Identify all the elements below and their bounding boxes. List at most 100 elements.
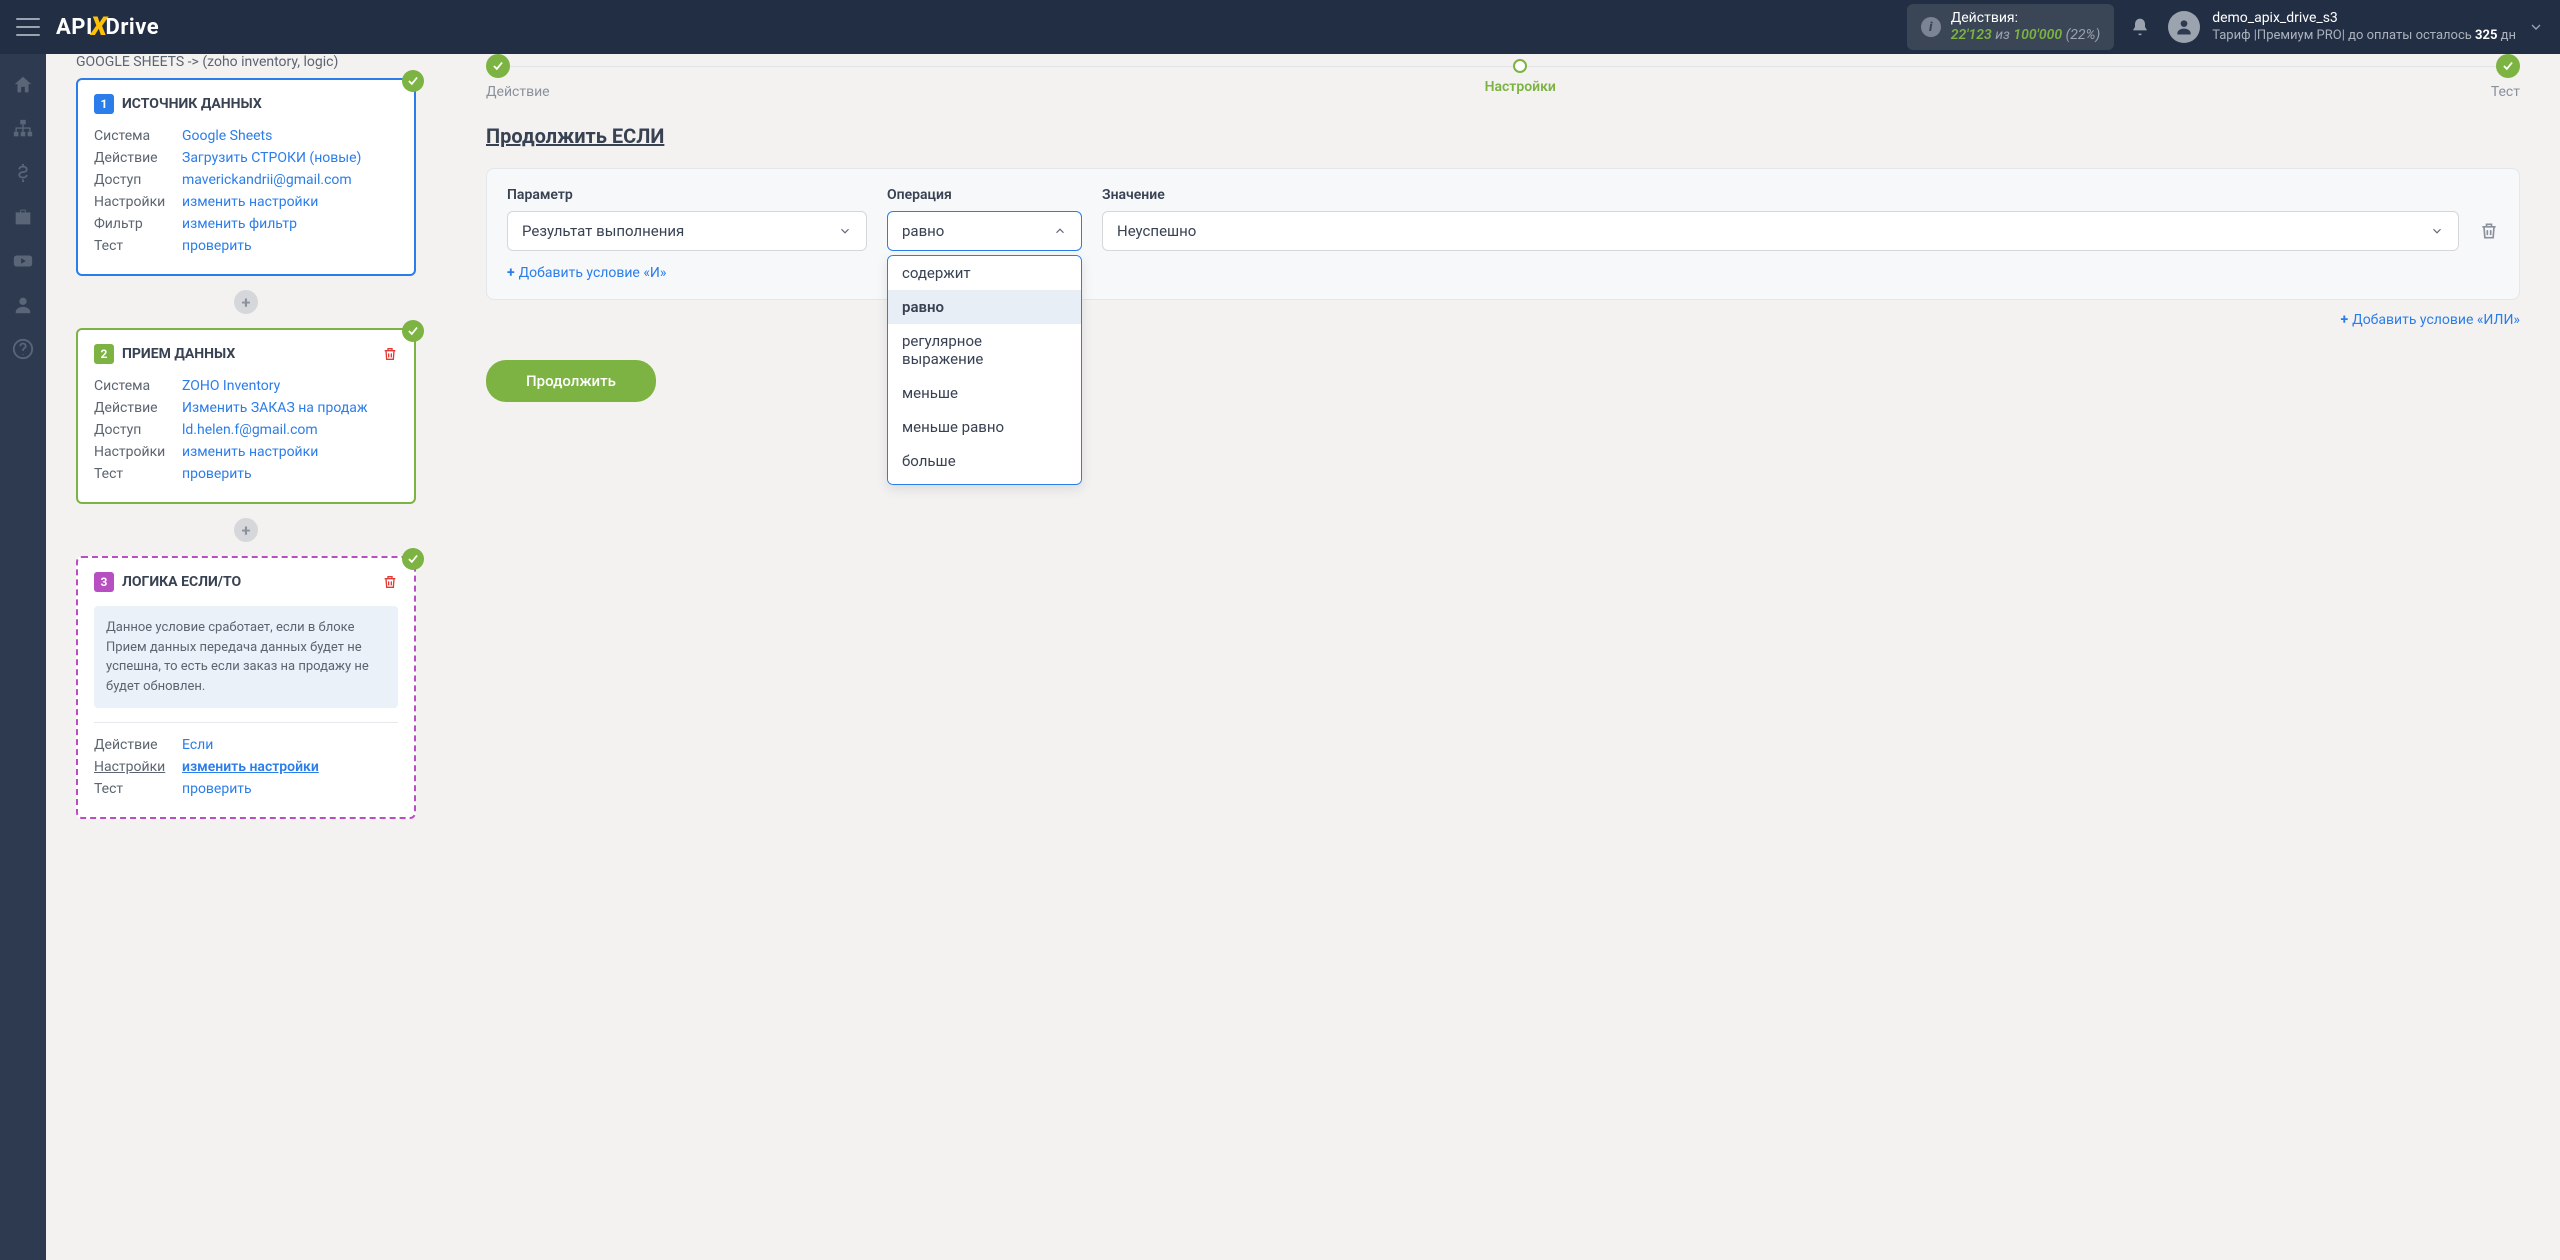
card-row: Тестпроверить xyxy=(94,238,398,254)
avatar-icon xyxy=(2168,11,2200,43)
dropdown-item[interactable]: меньше xyxy=(888,376,1081,410)
add-step-button[interactable]: + xyxy=(234,290,258,314)
stepper: Действие Настройки Тест xyxy=(486,54,2520,100)
card-row: Доступld.helen.f@gmail.com xyxy=(94,422,398,438)
param-value: Результат выполнения xyxy=(522,222,684,240)
dropdown-item[interactable]: регулярное выражение xyxy=(888,324,1081,376)
logo-text-pre: API xyxy=(56,15,93,40)
check-circle-icon xyxy=(486,54,510,78)
check-circle-icon xyxy=(2496,54,2520,78)
operation-dropdown: содержит равно регулярное выражение мень… xyxy=(887,255,1082,485)
card-title-text: ИСТОЧНИК ДАННЫХ xyxy=(122,96,262,112)
breadcrumb: GOOGLE SHEETS -> (zoho inventory, logic) xyxy=(76,54,416,70)
user-menu[interactable]: demo_apix_drive_s3 Тариф |Премиум PRO| д… xyxy=(2168,9,2516,44)
card-title-text: ПРИЕМ ДАННЫХ xyxy=(122,346,235,362)
card-row: Тестпроверить xyxy=(94,466,398,482)
step-label: Действие xyxy=(486,84,550,100)
logic-info: Данное условие сработает, если в блоке П… xyxy=(94,606,398,708)
card-row: СистемаGoogle Sheets xyxy=(94,128,398,144)
check-badge-icon xyxy=(402,70,424,92)
step-number: 1 xyxy=(94,94,114,114)
dropdown-item[interactable]: равно xyxy=(888,290,1081,324)
step-action[interactable]: Действие xyxy=(486,54,550,100)
chevron-down-icon[interactable] xyxy=(2528,19,2544,35)
value-field: Значение Неуспешно xyxy=(1102,187,2459,251)
card-row: ДействиеИзменить ЗАКАЗ на продаж xyxy=(94,400,398,416)
check-badge-icon xyxy=(402,548,424,570)
section-title: Продолжить ЕСЛИ xyxy=(486,124,2520,148)
card-logic: 3 ЛОГИКА ЕСЛИ/ТО Данное условие сработае… xyxy=(76,556,416,819)
card-row: Тестпроверить xyxy=(94,781,398,797)
menu-toggle-icon[interactable] xyxy=(16,18,40,36)
actions-used: 22'123 xyxy=(1951,27,1992,43)
chevron-up-icon xyxy=(1053,224,1067,238)
card-row: Настройкиизменить настройки xyxy=(94,444,398,460)
condition-row: Параметр Результат выполнения Операция р… xyxy=(507,187,2499,251)
operation-value: равно xyxy=(902,222,944,240)
current-step-icon xyxy=(1513,59,1527,73)
user-icon[interactable] xyxy=(12,294,34,316)
card-destination: 2 ПРИЕМ ДАННЫХ СистемаZOHO Inventory Дей… xyxy=(76,328,416,504)
param-select[interactable]: Результат выполнения xyxy=(507,211,867,251)
dropdown-item[interactable]: больше равно xyxy=(888,478,1081,485)
trash-icon[interactable] xyxy=(382,346,398,362)
card-row: Фильтризменить фильтр xyxy=(94,216,398,232)
card-title: 2 ПРИЕМ ДАННЫХ xyxy=(94,344,398,364)
delete-condition-icon[interactable] xyxy=(2479,221,2499,241)
actions-total: 100'000 xyxy=(2013,27,2062,43)
step-number: 3 xyxy=(94,572,114,592)
help-icon[interactable] xyxy=(12,338,34,360)
bell-icon[interactable] xyxy=(2130,17,2150,37)
step-test[interactable]: Тест xyxy=(2491,54,2520,100)
trash-icon[interactable] xyxy=(382,574,398,590)
content-area: Действие Настройки Тест Продолжить ЕСЛИ … xyxy=(446,54,2560,1260)
dropdown-item[interactable]: меньше равно xyxy=(888,410,1081,444)
logo[interactable]: API X Drive xyxy=(56,12,159,42)
step-settings[interactable]: Настройки xyxy=(1485,54,1556,95)
youtube-icon[interactable] xyxy=(12,250,34,272)
card-source: 1 ИСТОЧНИК ДАННЫХ СистемаGoogle Sheets Д… xyxy=(76,78,416,276)
username: demo_apix_drive_s3 xyxy=(2212,9,2516,27)
card-title-text: ЛОГИКА ЕСЛИ/ТО xyxy=(122,574,241,590)
continue-button[interactable]: Продолжить xyxy=(486,360,656,402)
main-area: GOOGLE SHEETS -> (zoho inventory, logic)… xyxy=(46,54,2560,1260)
actions-counter[interactable]: i Действия: 22'123 из 100'000 (22%) xyxy=(1907,4,2114,50)
dropdown-item[interactable]: больше xyxy=(888,444,1081,478)
card-row: СистемаZOHO Inventory xyxy=(94,378,398,394)
condition-panel: Параметр Результат выполнения Операция р… xyxy=(486,168,2520,300)
param-label: Параметр xyxy=(507,187,867,203)
home-icon[interactable] xyxy=(12,74,34,96)
sidenav xyxy=(0,54,46,1260)
step-number: 2 xyxy=(94,344,114,364)
check-badge-icon xyxy=(402,320,424,342)
value-select[interactable]: Неуспешно xyxy=(1102,211,2459,251)
info-icon: i xyxy=(1921,17,1941,37)
card-row: Настройкиизменить настройки xyxy=(94,194,398,210)
step-label: Тест xyxy=(2491,84,2520,100)
actions-label: Действия: xyxy=(1951,10,2100,27)
add-or-condition[interactable]: + Добавить условие «ИЛИ» xyxy=(486,312,2520,328)
param-field: Параметр Результат выполнения xyxy=(507,187,867,251)
operation-label: Операция xyxy=(887,187,1082,203)
add-and-condition[interactable]: + Добавить условие «И» xyxy=(507,265,666,281)
card-title: 1 ИСТОЧНИК ДАННЫХ xyxy=(94,94,398,114)
add-step-button[interactable]: + xyxy=(234,518,258,542)
operation-select[interactable]: равно xyxy=(887,211,1082,251)
step-label: Настройки xyxy=(1485,79,1556,95)
sitemap-icon[interactable] xyxy=(12,118,34,140)
card-row: ДействиеЗагрузить СТРОКИ (новые) xyxy=(94,150,398,166)
user-info: demo_apix_drive_s3 Тариф |Премиум PRO| д… xyxy=(2212,9,2516,44)
card-title: 3 ЛОГИКА ЕСЛИ/ТО xyxy=(94,572,398,592)
chevron-down-icon xyxy=(2430,224,2444,238)
dropdown-item[interactable]: содержит xyxy=(888,256,1081,290)
actions-text: Действия: 22'123 из 100'000 (22%) xyxy=(1951,10,2100,44)
logo-text-post: Drive xyxy=(106,15,160,40)
card-row: Доступmaverickandrii@gmail.com xyxy=(94,172,398,188)
value-label: Значение xyxy=(1102,187,2459,203)
chevron-down-icon xyxy=(838,224,852,238)
operation-field: Операция равно содержит равно регулярное… xyxy=(887,187,1082,251)
left-panel: GOOGLE SHEETS -> (zoho inventory, logic)… xyxy=(46,54,446,1260)
value-value: Неуспешно xyxy=(1117,222,1196,240)
dollar-icon[interactable] xyxy=(12,162,34,184)
briefcase-icon[interactable] xyxy=(12,206,34,228)
